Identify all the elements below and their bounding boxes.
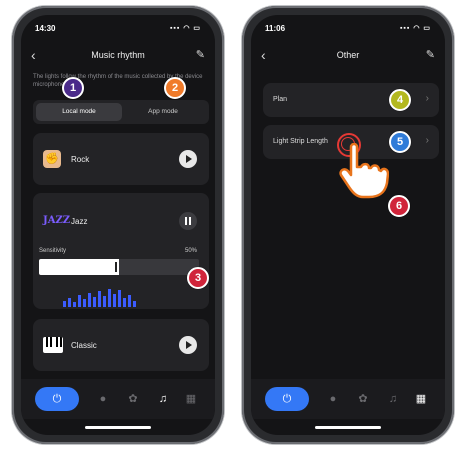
rock-play-button[interactable] [179, 150, 197, 168]
piano-icon [43, 337, 63, 353]
sensitivity-slider[interactable] [39, 259, 199, 275]
row-plan[interactable]: Plan › [263, 83, 439, 117]
power-icon[interactable]: ⏻ [35, 387, 79, 411]
badge-6: 6 [388, 195, 410, 217]
rock-card[interactable]: ✊ Rock [33, 133, 209, 185]
status-bar: 11:06 ▪▪▪ ◠ ▭ [265, 21, 431, 37]
sensitivity-value: 50% [184, 248, 197, 254]
tab-local-mode[interactable]: Local mode [36, 103, 122, 121]
classic-play-button[interactable] [179, 336, 197, 354]
status-time: 14:30 [35, 24, 56, 33]
home-indicator [315, 426, 381, 429]
home-indicator [85, 426, 151, 429]
grid-icon[interactable]: ▦ [179, 387, 203, 411]
classic-title: Classic [71, 341, 97, 350]
badge-5: 5 [389, 131, 411, 153]
pointing-hand-icon [339, 143, 389, 199]
badge-2: 2 [164, 77, 186, 99]
status-bar: 14:30 ▪▪▪ ◠ ▭ [35, 21, 201, 37]
rock-title: Rock [71, 155, 90, 164]
sensitivity-slider-thumb[interactable] [115, 262, 117, 272]
jazz-card[interactable]: JAZZ Jazz Sensitivity 50% [33, 193, 209, 309]
palette-icon[interactable]: ✿ [351, 387, 375, 411]
edit-icon[interactable]: ✎ [426, 48, 435, 61]
sensitivity-slider-fill [39, 259, 119, 275]
bottom-nav: ⏻ ● ✿ ♫ ▦ [251, 379, 445, 419]
status-time: 11:06 [265, 24, 286, 33]
badge-3: 3 [187, 267, 209, 289]
page-title: Other [336, 50, 360, 60]
phone-right: 11:06 ▪▪▪ ◠ ▭ ‹ Other ✎ Plan › Light Str… [242, 6, 454, 444]
row-plan-label: Plan [273, 96, 288, 103]
bulb-icon[interactable]: ● [321, 387, 345, 411]
music-note-icon[interactable]: ♫ [381, 387, 405, 411]
rock-hand-icon: ✊ [43, 150, 61, 168]
sensitivity-label: Sensitivity [39, 248, 67, 254]
screen-music-rhythm: 14:30 ▪▪▪ ◠ ▭ ‹ Music rhythm ✎ The light… [21, 15, 215, 435]
power-icon[interactable]: ⏻ [265, 387, 309, 411]
screen-other: 11:06 ▪▪▪ ◠ ▭ ‹ Other ✎ Plan › Light Str… [251, 15, 445, 435]
bottom-nav: ⏻ ● ✿ ♫ ▦ [21, 379, 215, 419]
page-title: Music rhythm [91, 50, 145, 60]
phone-left: 14:30 ▪▪▪ ◠ ▭ ‹ Music rhythm ✎ The light… [12, 6, 224, 444]
status-icons: ▪▪▪ ◠ ▭ [169, 25, 201, 32]
jazz-pause-button[interactable] [179, 212, 197, 230]
nav-bar: ‹ Other ✎ [251, 45, 445, 67]
badge-4: 4 [389, 89, 411, 111]
grid-icon[interactable]: ▦ [409, 387, 433, 411]
row-light-strip-length-label: Light Strip Length [273, 138, 328, 145]
bulb-icon[interactable]: ● [91, 387, 115, 411]
badge-1: 1 [62, 77, 84, 99]
edit-icon[interactable]: ✎ [196, 48, 205, 61]
jazz-title: Jazz [71, 217, 88, 226]
nav-bar: ‹ Music rhythm ✎ [21, 45, 215, 67]
chevron-right-icon: › [425, 135, 429, 146]
mode-switch: Local mode App mode [33, 100, 209, 124]
jazz-logo: JAZZ [43, 215, 71, 226]
tab-app-mode[interactable]: App mode [120, 103, 206, 121]
status-icons: ▪▪▪ ◠ ▭ [399, 25, 431, 32]
classic-card[interactable]: Classic [33, 319, 209, 371]
chevron-right-icon: › [425, 93, 429, 104]
music-note-icon[interactable]: ♫ [151, 387, 175, 411]
palette-icon[interactable]: ✿ [121, 387, 145, 411]
